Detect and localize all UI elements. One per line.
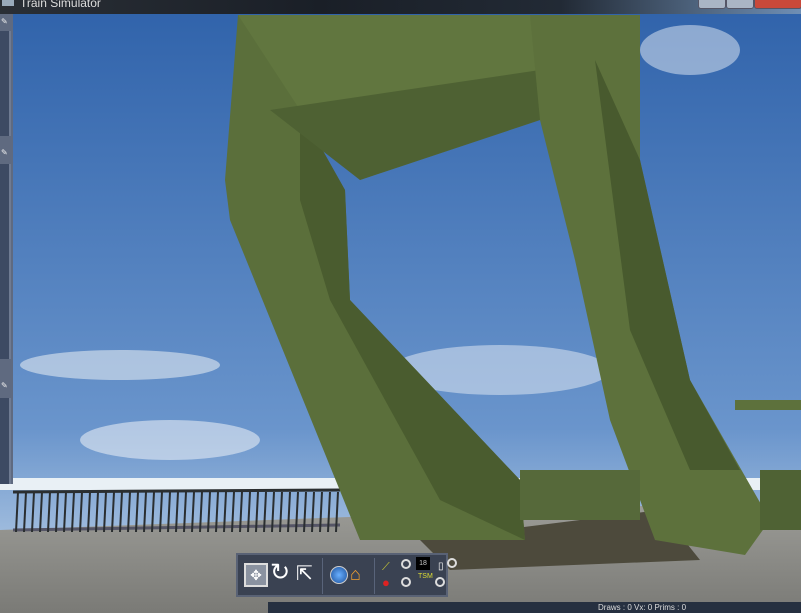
panel-section[interactable] — [0, 164, 11, 359]
panel-section[interactable] — [0, 398, 11, 484]
rotate-icon[interactable]: ↻ — [270, 561, 290, 585]
radio-option[interactable] — [435, 577, 445, 587]
status-bar: Draws : 0 Vx: 0 Prims : 0 — [268, 602, 801, 613]
app-icon — [2, 0, 14, 6]
radio-option[interactable] — [447, 558, 457, 568]
window-title: Train Simulator — [20, 0, 101, 10]
pin-icon[interactable]: ✎ — [1, 382, 10, 390]
divider — [374, 558, 375, 594]
tsm-label: TSM — [418, 573, 433, 580]
render-stats: Draws : 0 Vx: 0 Prims : 0 — [598, 603, 687, 612]
cloud — [20, 350, 220, 380]
3d-viewport[interactable] — [0, 0, 801, 613]
maximize-button[interactable] — [726, 0, 754, 9]
divider — [322, 558, 323, 594]
globe-icon[interactable] — [330, 566, 348, 584]
minimize-button[interactable] — [698, 0, 726, 9]
home-icon[interactable]: ⌂ — [350, 564, 361, 584]
panel-section[interactable] — [0, 31, 11, 136]
radio-option[interactable] — [401, 559, 411, 569]
pin-icon[interactable]: ✎ — [1, 149, 10, 157]
close-button[interactable] — [754, 0, 801, 9]
mouse-icon: ▯ — [438, 561, 444, 572]
radio-option[interactable] — [401, 577, 411, 587]
magnet-icon[interactable]: ● — [382, 573, 390, 593]
move-arrows-icon[interactable]: ✥ — [244, 563, 268, 587]
left-side-panel: ✎ ✎ ✎ — [0, 14, 13, 484]
editor-toolbar: ✥ ↻ ⇱ ⌂ ⟋ 18 ▯ ● TSM — [236, 553, 457, 597]
cloud — [80, 420, 260, 460]
title-bar: Train Simulator — [0, 0, 801, 14]
scale-icon[interactable]: ⇱ — [296, 564, 313, 584]
cloud — [640, 25, 740, 75]
pin-icon[interactable]: ✎ — [1, 18, 10, 26]
counter-display[interactable]: 18 — [416, 557, 430, 570]
